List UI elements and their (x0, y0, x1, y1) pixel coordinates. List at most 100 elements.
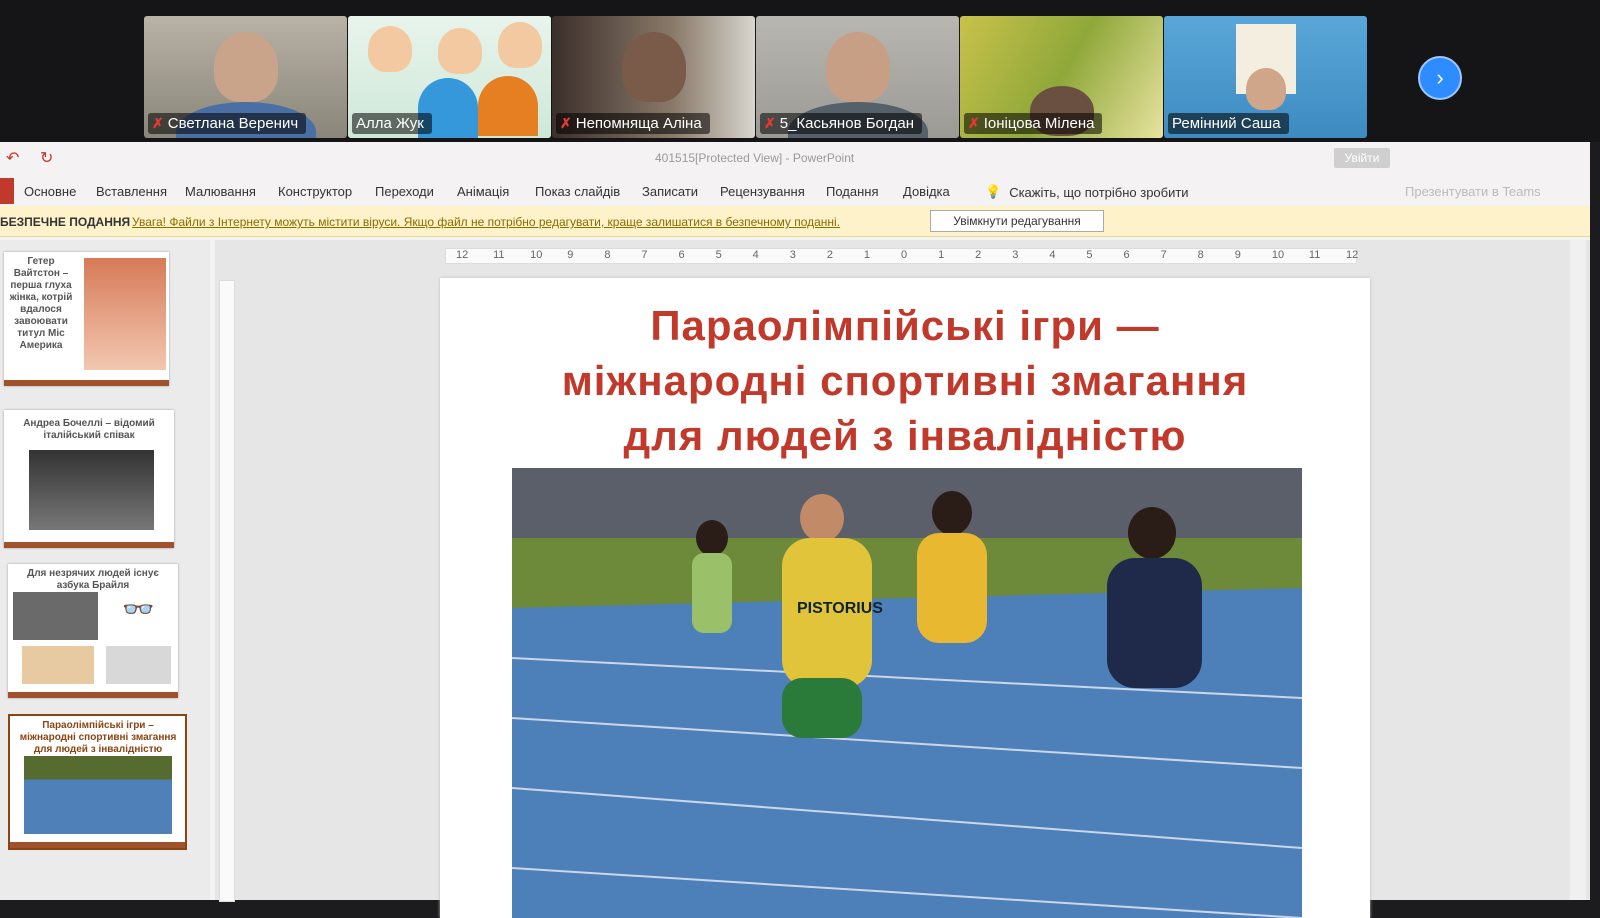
tab-review[interactable]: Рецензування (720, 184, 805, 199)
tell-me-box[interactable]: 💡 Скажіть, що потрібно зробити (985, 184, 1189, 200)
runners-image (24, 756, 172, 834)
ruler-tick-label: 9 (567, 249, 574, 261)
tab-transitions[interactable]: Переходи (375, 184, 434, 199)
thumbnail-text: Андреа Бочеллі – відомий італійський спі… (23, 418, 155, 441)
ruler-tick-label: 4 (752, 249, 759, 261)
photo-illustration: PISTORIUS (512, 468, 1302, 918)
chevron-right-icon: › (1436, 65, 1444, 90)
slide-title-line: для людей з інвалідністю (623, 412, 1187, 459)
current-slide[interactable]: Параолімпійські ігри — міжнародні спорти… (440, 278, 1370, 918)
participant-name-tag: ✗ Светлана Веренич (148, 113, 307, 134)
participant-name-tag: Алла Жук (352, 113, 432, 134)
tell-me-label: Скажіть, що потрібно зробити (1009, 184, 1189, 200)
slide-title-line: Параолімпійські ігри — (650, 302, 1160, 349)
ruler-tick-label: 6 (678, 249, 685, 261)
participant-head (826, 32, 890, 102)
paralympic-runners-photo[interactable]: PISTORIUS (512, 468, 1302, 918)
slide-thumbnail-selected[interactable]: Параолімпійські ігри – міжнародні спорти… (8, 714, 187, 850)
participant-tile[interactable]: ✗ Светлана Веренич (144, 16, 347, 138)
tab-slideshow[interactable]: Показ слайдів (535, 184, 620, 199)
slide-thumbnail[interactable]: Для незрячих людей існує азбука Брайля 👓 (8, 564, 178, 698)
slide-title[interactable]: Параолімпійські ігри — міжнародні спорти… (440, 298, 1370, 463)
ruler-tick-label: 5 (1086, 249, 1093, 261)
slide-editor: 12 11 10 9 8 7 6 5 4 3 2 1 0 1 2 3 4 5 6 7 8 9 10 11 12 Параолім… (215, 240, 1590, 918)
file-tab[interactable] (0, 178, 14, 204)
mic-muted-icon: ✗ (152, 115, 164, 131)
participant-tile[interactable]: ✗ Іоніцова Мілена (960, 16, 1163, 138)
svg-text:PISTORIUS: PISTORIUS (797, 600, 883, 617)
vertical-scrollbar[interactable] (1570, 240, 1586, 900)
cartoon-figure (478, 76, 538, 136)
tab-insert[interactable]: Вставлення (96, 184, 167, 199)
ruler-tick-label: 12 (1346, 249, 1359, 261)
braille-image (13, 592, 98, 640)
cartoon-child-icon (498, 22, 542, 68)
participant-name: 5_Касьянов Богдан (779, 115, 915, 132)
window-title: 401515[Protected View] - PowerPoint (655, 151, 855, 165)
mic-muted-icon: ✗ (560, 115, 572, 131)
ruler-tick-label: 9 (1234, 249, 1241, 261)
participant-name: Светлана Веренич (167, 115, 299, 132)
tab-view[interactable]: Подання (826, 184, 879, 199)
ruler-tick-label: 8 (604, 249, 611, 261)
tab-record[interactable]: Записати (642, 184, 698, 199)
braille-image (22, 646, 94, 684)
tab-design[interactable]: Конструктор (278, 184, 352, 199)
ruler-tick-label: 0 (901, 249, 908, 261)
mic-muted-icon: ✗ (764, 115, 776, 131)
ruler-tick-label: 6 (1123, 249, 1130, 261)
ruler-tick-label: 11 (493, 249, 505, 261)
login-button[interactable]: Увійти (1334, 148, 1390, 168)
braille-image (106, 646, 171, 684)
ruler-tick-label: 4 (1049, 249, 1056, 261)
participant-strip: ✗ Светлана Веренич Алла Жук ✗ Непомняща Ал… (0, 0, 1600, 142)
ruler-tick-label: 8 (1197, 249, 1204, 261)
participant-name-tag: ✗ Іоніцова Мілена (964, 113, 1103, 134)
participant-head (214, 32, 278, 102)
participant-head (1246, 68, 1286, 110)
participant-tile[interactable]: ✗ Непомняща Аліна (552, 16, 755, 138)
enable-editing-button[interactable]: Увімкнути редагування (930, 210, 1104, 232)
participant-name: Алла Жук (356, 115, 424, 132)
ruler-tick-label: 7 (1160, 249, 1167, 261)
tab-animations[interactable]: Анімація (457, 184, 509, 199)
title-bar: ↶ ↻ 401515[Protected View] - PowerPoint … (0, 142, 1590, 174)
ruler-tick-label: 3 (789, 249, 796, 261)
participant-head (622, 32, 686, 102)
glasses-icon: 👓 (106, 594, 171, 638)
slide-thumbnail[interactable]: Гетер Вайтстон – перша глуха жінка, котр… (4, 252, 169, 386)
ruler-tick-label: 12 (456, 249, 469, 261)
redo-icon[interactable]: ↻ (40, 148, 53, 168)
horizontal-ruler: 12 11 10 9 8 7 6 5 4 3 2 1 0 1 2 3 4 5 6 7 8 9 10 11 12 (445, 248, 1359, 264)
ruler-tick-label: 2 (826, 249, 833, 261)
tab-home[interactable]: Основне (24, 184, 76, 199)
slide-title-line: міжнародні спортивні змагання (561, 357, 1249, 404)
tab-help[interactable]: Довідка (903, 184, 950, 199)
protected-view-label: БЕЗПЕЧНЕ ПОДАННЯ (0, 215, 131, 229)
ruler-tick-label: 1 (938, 249, 945, 261)
slide-thumbnail[interactable]: Андреа Бочеллі – відомий італійський спі… (4, 410, 174, 548)
protected-view-message[interactable]: Увага! Файли з Інтернету можуть містити … (132, 215, 840, 229)
cartoon-child-icon (438, 28, 482, 74)
ruler-tick-label: 1 (863, 249, 871, 261)
lightbulb-icon: 💡 (985, 184, 1002, 199)
slide-thumbnail-pane: Гетер Вайтстон – перша глуха жінка, котр… (0, 240, 210, 900)
thumbnail-text: Гетер Вайтстон – перша глуха жінка, котр… (9, 256, 73, 351)
participant-tile-active[interactable]: Алла Жук (348, 16, 551, 138)
ruler-tick-label: 2 (975, 249, 982, 261)
participant-name: Іоніцова Мілена (983, 115, 1095, 132)
portrait-image (84, 258, 166, 370)
next-page-button[interactable]: › (1418, 56, 1462, 100)
ruler-tick-label: 10 (530, 249, 543, 261)
participant-tile[interactable]: ✗ 5_Касьянов Богдан (756, 16, 959, 138)
undo-icon[interactable]: ↶ (6, 148, 19, 168)
participant-name-tag: ✗ Непомняща Аліна (556, 113, 710, 134)
participant-tile[interactable]: Ремінний Саша (1164, 16, 1367, 138)
thumbnail-text: Параолімпійські ігри – міжнародні спорти… (19, 720, 177, 755)
tab-draw[interactable]: Малювання (185, 184, 256, 199)
portrait-image (29, 450, 154, 530)
ribbon-tabs: Основне Вставлення Малювання Конструктор… (0, 174, 1590, 206)
present-in-teams-button[interactable]: Презентувати в Teams (1405, 184, 1541, 199)
thumbnail-text: Для незрячих людей існує азбука Брайля (27, 568, 159, 591)
protected-view-bar: БЕЗПЕЧНЕ ПОДАННЯ Увага! Файли з Інтернет… (0, 206, 1590, 237)
